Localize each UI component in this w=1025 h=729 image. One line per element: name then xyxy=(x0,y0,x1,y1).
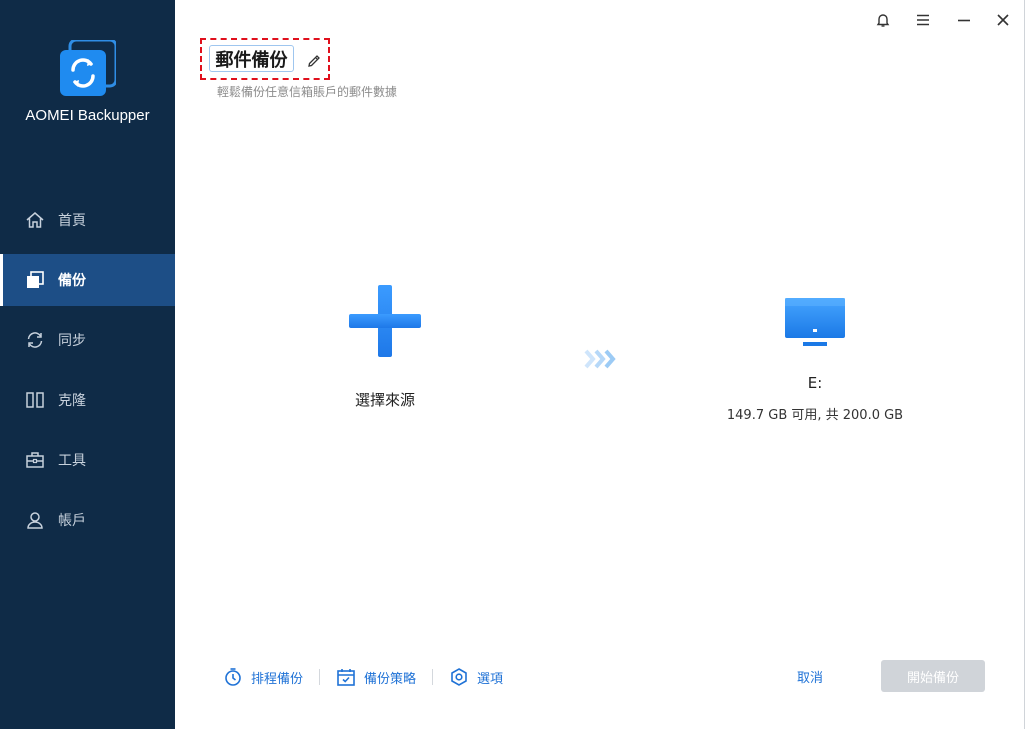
menu-icon[interactable] xyxy=(913,10,933,30)
sidebar-item-label: 帳戶 xyxy=(58,513,86,529)
sidebar-item-tools[interactable]: 工具 xyxy=(0,434,175,486)
home-icon xyxy=(25,210,45,230)
footer-options-bar: 排程備份 備份策略 選項 xyxy=(223,663,503,691)
main-panel: 郵件備份 輕鬆備份任意信箱賬戶的郵件數據 選擇來源 E: 149.7 GB 可用… xyxy=(175,0,1025,729)
toolbox-icon xyxy=(25,450,45,470)
source-label: 選擇來源 xyxy=(354,391,415,409)
bell-icon[interactable] xyxy=(873,10,893,30)
options-button[interactable]: 選項 xyxy=(449,667,503,687)
close-icon[interactable] xyxy=(993,10,1013,30)
task-title-highlight: 郵件備份 xyxy=(200,38,330,80)
sidebar-item-clone[interactable]: 克隆 xyxy=(0,374,175,426)
destination-drive-label: E: xyxy=(807,374,823,392)
schedule-backup-button[interactable]: 排程備份 xyxy=(223,667,303,687)
backup-scheme-label: 備份策略 xyxy=(364,671,417,687)
sidebar-item-backup[interactable]: 備份 xyxy=(0,254,175,306)
settings-icon xyxy=(451,668,467,686)
start-backup-button[interactable]: 開始備份 xyxy=(881,660,985,692)
add-source-button[interactable] xyxy=(345,282,425,362)
sidebar-item-sync[interactable]: 同步 xyxy=(0,314,175,366)
minimize-icon[interactable] xyxy=(954,10,974,30)
destination-monitor-icon[interactable] xyxy=(779,296,851,352)
cancel-button[interactable]: 取消 xyxy=(797,667,823,686)
app-logo-icon xyxy=(60,38,118,96)
sidebar-item-label: 克隆 xyxy=(58,393,86,409)
schedule-backup-label: 排程備份 xyxy=(251,671,304,687)
sidebar-item-home[interactable]: 首頁 xyxy=(0,194,175,246)
sidebar-item-label: 備份 xyxy=(58,273,86,289)
sync-icon xyxy=(25,330,45,350)
pencil-icon[interactable] xyxy=(306,53,322,69)
task-subtitle: 輕鬆備份任意信箱賬戶的郵件數據 xyxy=(217,85,398,99)
sidebar-item-label: 工具 xyxy=(58,453,86,469)
sidebar: AOMEI Backupper 首頁 備份 同步 克隆 工具 帳戶 xyxy=(0,0,175,729)
user-icon xyxy=(25,510,45,530)
sidebar-item-label: 同步 xyxy=(58,333,86,349)
calendar-check-icon xyxy=(337,669,355,686)
sidebar-item-account[interactable]: 帳戶 xyxy=(0,494,175,546)
sidebar-item-label: 首頁 xyxy=(58,213,86,229)
divider xyxy=(319,669,321,685)
backup-icon xyxy=(25,270,45,290)
timer-icon xyxy=(225,668,241,686)
divider xyxy=(432,669,434,685)
app-name: AOMEI Backupper xyxy=(25,107,150,124)
destination-space-info: 149.7 GB 可用, 共 200.0 GB xyxy=(726,408,904,423)
backup-scheme-button[interactable]: 備份策略 xyxy=(336,667,416,687)
direction-arrows-icon xyxy=(583,348,619,370)
clone-icon xyxy=(25,390,45,410)
task-name-field[interactable]: 郵件備份 xyxy=(209,45,294,72)
options-label: 選項 xyxy=(477,671,504,687)
plus-icon xyxy=(349,285,421,357)
